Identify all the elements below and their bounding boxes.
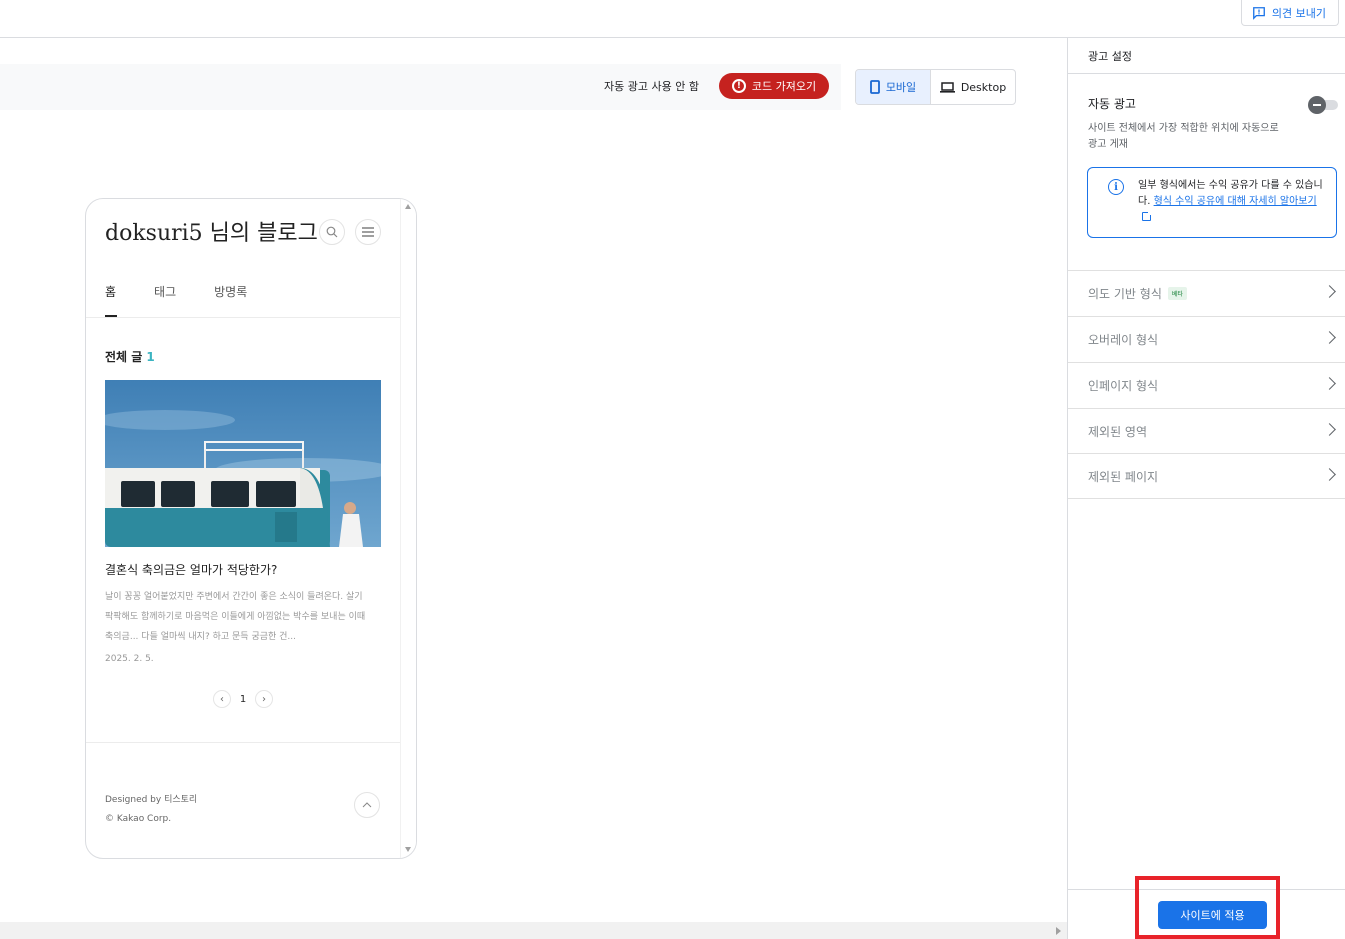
tab-guestbook[interactable]: 방명록 xyxy=(214,283,247,300)
menu-icon xyxy=(362,227,374,237)
mobile-preview-frame: doksuri5 님의 블로그 홈 태그 방명록 전체 글1 결혼식 축의금은 … xyxy=(85,198,417,859)
desktop-view-button[interactable]: Desktop xyxy=(931,70,1015,104)
chevron-up-icon xyxy=(362,802,372,808)
get-code-label: 코드 가져오기 xyxy=(751,80,817,93)
blog-nav-tabs: 홈 태그 방명록 xyxy=(105,283,285,300)
notice-text: 일부 형식에서는 수익 공유가 다를 수 있습니다. 형식 수익 공유에 대해 … xyxy=(1138,178,1328,226)
footer-copyright: © Kakao Corp. xyxy=(105,814,172,824)
all-posts-heading: 전체 글1 xyxy=(105,348,155,365)
scroll-up-icon[interactable] xyxy=(405,204,411,209)
post-excerpt: 날이 꽁꽁 얼어붙었지만 주변에서 간간이 좋은 소식이 들려온다. 살기 팍팍… xyxy=(105,592,366,642)
top-bar: 의견 보내기 xyxy=(0,0,1345,38)
mobile-view-button[interactable]: 모바일 xyxy=(856,70,931,104)
post-date: 2025. 2. 5. xyxy=(105,654,154,664)
section-label: 오버레이 형식 xyxy=(1088,333,1159,347)
get-code-button[interactable]: ! 코드 가져오기 xyxy=(719,73,829,99)
auto-ads-status: 자동 광고 사용 안 함 xyxy=(604,80,699,93)
feedback-icon xyxy=(1252,6,1265,20)
page-number[interactable]: 1 xyxy=(235,694,251,705)
beta-badge: 베타 xyxy=(1167,287,1187,300)
chevron-right-icon xyxy=(1323,423,1336,436)
feedback-button[interactable]: 의견 보내기 xyxy=(1240,0,1339,26)
toggle-knob xyxy=(1308,96,1326,114)
post-thumbnail[interactable] xyxy=(105,380,381,547)
all-posts-count: 1 xyxy=(146,350,155,364)
chevron-right-icon xyxy=(1323,468,1336,481)
auto-ads-toggle[interactable] xyxy=(1308,96,1338,114)
section-overlay-formats[interactable]: 오버레이 형식 xyxy=(1068,316,1345,362)
learn-more-link[interactable]: 형식 수익 공유에 대해 자세히 알아보기 xyxy=(1138,196,1317,223)
feedback-label: 의견 보내기 xyxy=(1271,6,1326,20)
preview-area: 자동 광고 사용 안 함 ! 코드 가져오기 모바일 Desktop doksu… xyxy=(0,38,1067,939)
section-label: 제외된 페이지 xyxy=(1088,470,1159,484)
section-intent-based-formats[interactable]: 의도 기반 형식 베타 xyxy=(1068,270,1345,316)
apply-to-site-button[interactable]: 사이트에 적용 xyxy=(1158,901,1267,929)
section-label: 제외된 영역 xyxy=(1088,425,1148,439)
mobile-label: 모바일 xyxy=(885,81,917,94)
tab-home[interactable]: 홈 xyxy=(105,283,116,300)
section-excluded-areas[interactable]: 제외된 영역 xyxy=(1068,408,1345,454)
next-page-icon[interactable]: › xyxy=(255,690,273,708)
chevron-right-icon xyxy=(1323,377,1336,390)
desktop-label: Desktop xyxy=(960,80,1007,94)
scroll-right-icon[interactable] xyxy=(1056,927,1061,935)
section-in-page-formats[interactable]: 인페이지 형식 xyxy=(1068,362,1345,408)
phone-icon xyxy=(869,80,880,94)
blog-title[interactable]: doksuri5 님의 블로그 xyxy=(105,215,318,247)
scroll-top-button[interactable] xyxy=(354,792,380,818)
tab-tags[interactable]: 태그 xyxy=(154,283,176,300)
section-excluded-pages[interactable]: 제외된 페이지 xyxy=(1068,453,1345,499)
alert-icon: ! xyxy=(731,79,746,93)
auto-ads-description: 사이트 전체에서 가장 적합한 위치에 자동으로 광고 게재 xyxy=(1088,123,1279,150)
sections-divider xyxy=(1068,498,1345,499)
info-icon: i xyxy=(1108,179,1124,195)
status-strip xyxy=(0,64,841,110)
horizontal-scrollbar[interactable] xyxy=(0,922,1067,939)
blog-menu-button[interactable] xyxy=(355,219,381,245)
footer-designed-by: Designed by 티스토리 xyxy=(105,795,198,805)
chevron-right-icon xyxy=(1323,331,1336,344)
panel-title: 광고 설정 xyxy=(1068,38,1345,74)
pagination: ‹ 1 › xyxy=(213,690,273,708)
external-link-icon xyxy=(1142,210,1153,221)
nav-divider xyxy=(86,317,400,318)
all-posts-label: 전체 글 xyxy=(105,350,143,364)
section-label: 의도 기반 형식 xyxy=(1088,287,1162,301)
laptop-icon xyxy=(939,81,955,93)
search-icon xyxy=(326,226,338,238)
scroll-down-icon[interactable] xyxy=(405,847,411,852)
footer-divider xyxy=(86,742,400,743)
blog-search-button[interactable] xyxy=(319,219,345,245)
section-label: 인페이지 형식 xyxy=(1088,379,1159,393)
panel-footer-divider xyxy=(1068,889,1345,890)
chevron-right-icon xyxy=(1323,285,1336,298)
auto-ads-title: 자동 광고 xyxy=(1088,97,1136,111)
learn-more-label: 형식 수익 공유에 대해 자세히 알아보기 xyxy=(1153,196,1317,207)
prev-page-icon[interactable]: ‹ xyxy=(213,690,231,708)
ad-settings-panel: 광고 설정 자동 광고 사이트 전체에서 가장 적합한 위치에 자동으로 광고 … xyxy=(1067,38,1345,939)
preview-scrollbar[interactable] xyxy=(400,199,416,858)
van-photo xyxy=(105,380,381,547)
device-toggle: 모바일 Desktop xyxy=(855,69,1016,105)
revenue-share-notice: i 일부 형식에서는 수익 공유가 다를 수 있습니다. 형식 수익 공유에 대… xyxy=(1087,167,1337,238)
post-title-link[interactable]: 결혼식 축의금은 얼마가 적당한가? xyxy=(105,561,277,578)
